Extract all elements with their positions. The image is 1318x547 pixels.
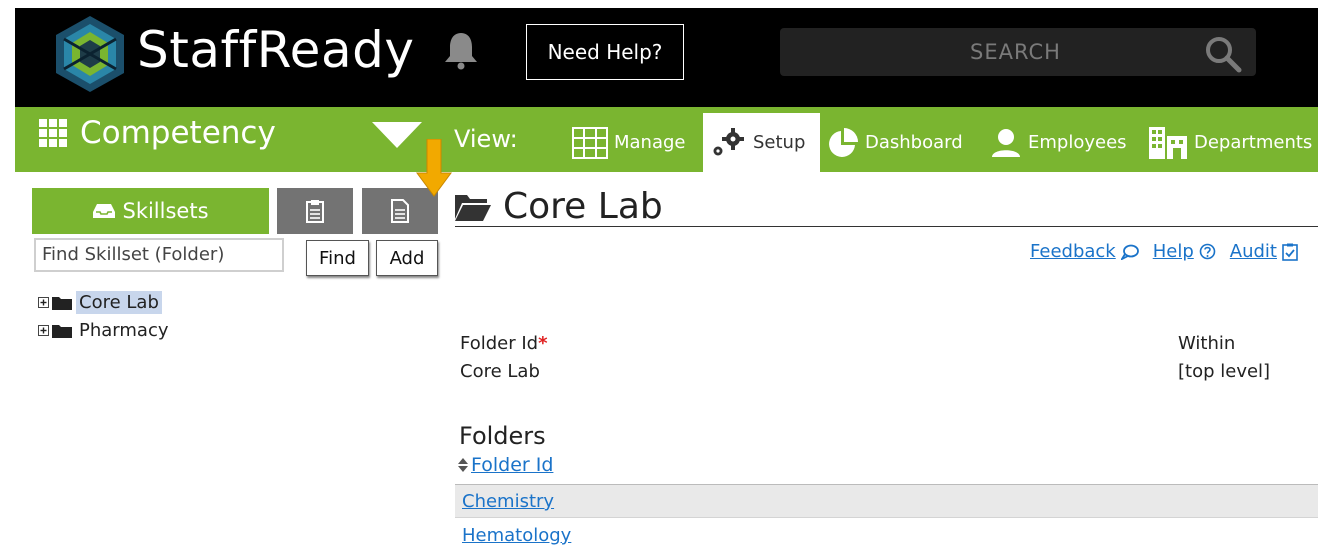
open-folder-icon: [455, 194, 491, 221]
title-divider: [455, 226, 1318, 227]
view-label: View:: [454, 125, 518, 153]
clipboard-check-icon: [1282, 243, 1298, 261]
page-title-text: Core Lab: [503, 186, 663, 227]
tree-node-pharmacy[interactable]: Pharmacy: [38, 316, 172, 344]
expand-plus-icon[interactable]: [38, 296, 49, 308]
expand-plus-icon[interactable]: [38, 324, 49, 336]
tab-manage[interactable]: Manage: [572, 113, 686, 172]
question-circle-icon: [1199, 243, 1216, 260]
find-button[interactable]: Find: [306, 240, 369, 276]
tab-dashboard[interactable]: Dashboard: [827, 113, 963, 172]
skillset-tree: Core Lab Pharmacy: [38, 288, 172, 344]
find-skillset-input[interactable]: Find Skillset (Folder): [34, 238, 284, 272]
tab-label: Dashboard: [865, 132, 963, 153]
within-value: [top level]: [1178, 361, 1271, 382]
gears-icon: [713, 127, 744, 155]
help-link[interactable]: Help: [1153, 241, 1216, 262]
table-row: Chemistry: [455, 484, 1318, 518]
folder-link-hematology[interactable]: Hematology: [462, 525, 571, 546]
within-label: Within: [1178, 333, 1236, 354]
speech-bubble-icon: [1120, 244, 1139, 260]
building-icon: [1149, 126, 1187, 159]
page-title: Core Lab: [455, 186, 663, 227]
folder-id-label-text: Folder Id: [460, 333, 539, 354]
staffready-logo-icon[interactable]: [50, 14, 130, 94]
inbox-tray-icon: [93, 204, 116, 218]
tab-label: Manage: [614, 132, 686, 153]
person-icon: [992, 128, 1020, 157]
grid-table-icon: [572, 126, 608, 159]
caret-down-icon[interactable]: [372, 122, 422, 148]
skillsets-tab-label: Skillsets: [122, 199, 209, 223]
tree-node-label[interactable]: Core Lab: [76, 290, 162, 314]
sort-arrows-icon: [458, 458, 468, 472]
tab-clipboard[interactable]: [277, 188, 353, 234]
pie-chart-icon: [829, 127, 858, 157]
folder-link-chemistry[interactable]: Chemistry: [462, 491, 554, 512]
help-link-label: Help: [1152, 241, 1194, 262]
folder-id-column-header[interactable]: Folder Id: [458, 454, 553, 476]
tab-skillsets[interactable]: Skillsets: [32, 188, 269, 234]
tab-setup[interactable]: Setup: [703, 113, 820, 172]
tab-employees[interactable]: Employees: [990, 113, 1127, 172]
document-icon: [391, 199, 409, 223]
search-icon[interactable]: [1204, 35, 1242, 73]
header-links: Feedback Help Audit: [1030, 241, 1298, 262]
need-help-button[interactable]: Need Help?: [526, 24, 684, 80]
folder-id-label: Folder Id*: [460, 330, 548, 358]
feedback-link[interactable]: Feedback: [1030, 241, 1139, 262]
tree-node-core-lab[interactable]: Core Lab: [38, 288, 172, 316]
bell-icon[interactable]: [442, 30, 480, 70]
audit-link[interactable]: Audit: [1230, 241, 1298, 262]
folder-icon: [52, 296, 72, 310]
folder-id-value: Core Lab: [460, 361, 540, 382]
search-placeholder: SEARCH: [970, 40, 1061, 64]
folder-id-sort-link[interactable]: Folder Id: [471, 454, 553, 476]
tab-label: Setup: [753, 132, 806, 153]
tree-node-label[interactable]: Pharmacy: [76, 319, 172, 342]
folders-heading: Folders: [459, 422, 546, 450]
app-window: StaffReady Need Help? SEARCH Competency: [15, 8, 1318, 547]
brand-name: StaffReady: [137, 21, 415, 79]
apps-grid-icon: [39, 119, 67, 147]
tab-label: Employees: [1028, 132, 1127, 153]
tab-label: Departments: [1194, 132, 1313, 153]
feedback-link-label: Feedback: [1030, 241, 1116, 262]
add-button[interactable]: Add: [376, 240, 438, 276]
table-row: Hematology: [455, 519, 1318, 547]
top-bar: StaffReady Need Help? SEARCH: [15, 8, 1318, 107]
search-input[interactable]: SEARCH: [780, 28, 1256, 76]
audit-link-label: Audit: [1229, 241, 1277, 262]
tab-departments[interactable]: Departments: [1148, 113, 1312, 172]
orange-down-arrow-icon: [416, 139, 452, 197]
folder-icon: [52, 324, 72, 338]
module-nav-bar: Competency View: Manage Setup Dashboard …: [15, 107, 1318, 172]
module-name: Competency: [80, 115, 276, 151]
required-mark: *: [538, 333, 548, 354]
clipboard-icon: [306, 200, 324, 223]
module-switcher[interactable]: Competency: [38, 115, 276, 151]
